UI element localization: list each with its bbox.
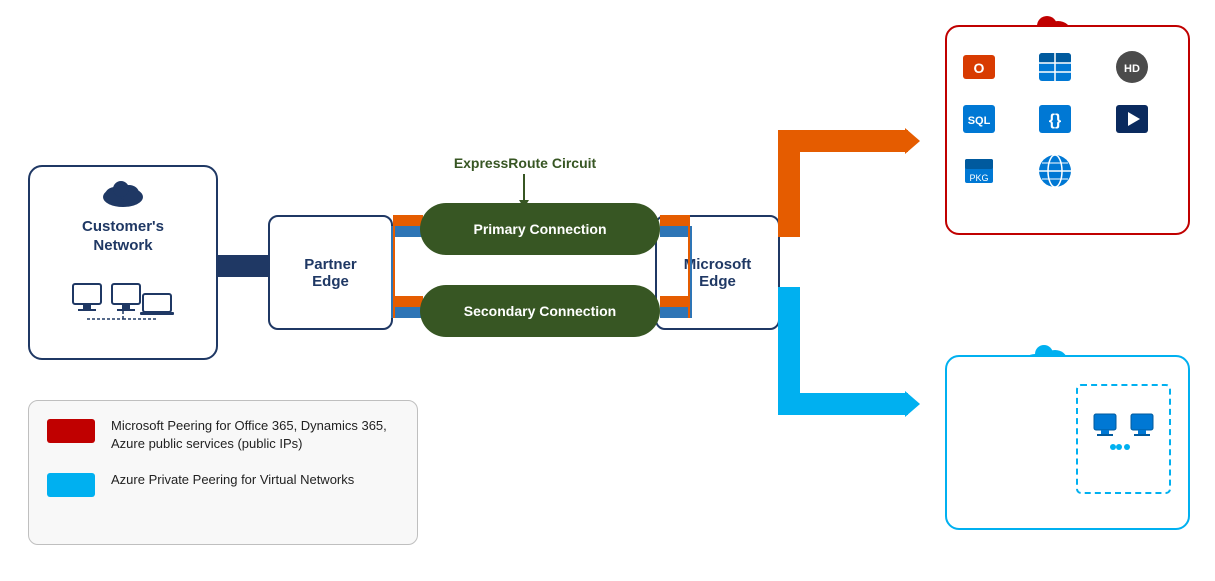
- svg-text:O: O: [974, 60, 985, 76]
- media-icon: [1110, 97, 1154, 141]
- secondary-connection-pill: Secondary Connection: [420, 285, 660, 337]
- hdinsight-icon: HD: [1110, 45, 1154, 89]
- svg-text:HD: HD: [1124, 63, 1140, 75]
- vm-icons: [1089, 409, 1159, 469]
- partner-edge-title: Partner Edge: [304, 256, 357, 290]
- primary-connection-label: Primary Connection: [473, 221, 606, 237]
- legend-color-blue: [47, 473, 95, 497]
- legend-item-red: Microsoft Peering for Office 365, Dynami…: [47, 417, 399, 453]
- office365-icon: O: [957, 45, 1001, 89]
- svg-text:SQL: SQL: [968, 115, 991, 127]
- microsoft-edge-box: Microsoft Edge: [655, 215, 780, 330]
- expressroute-label: ExpressRoute Circuit: [430, 155, 620, 171]
- svg-text:PKG: PKG: [969, 173, 988, 183]
- table-icon: [1033, 45, 1077, 89]
- customer-network-title: Customer's Network: [82, 218, 164, 256]
- microsoft-edge-title: Microsoft Edge: [684, 256, 752, 290]
- virtual-network-inner: [1076, 384, 1171, 494]
- dark-cloud-icon: [99, 177, 147, 214]
- diagram-container: Customer's Network Partner Edge ExpressR…: [0, 0, 1215, 581]
- package-icon: PKG: [957, 149, 1001, 193]
- azure-private-box: [945, 355, 1190, 530]
- ms-services-box: O HD: [945, 25, 1190, 235]
- legend-box: Microsoft Peering for Office 365, Dynami…: [28, 400, 418, 545]
- legend-text-red: Microsoft Peering for Office 365, Dynami…: [111, 417, 399, 453]
- primary-connection-pill: Primary Connection: [420, 203, 660, 255]
- customer-network-box: Customer's Network: [28, 165, 218, 360]
- legend-text-blue: Azure Private Peering for Virtual Networ…: [111, 471, 354, 489]
- partner-edge-box: Partner Edge: [268, 215, 393, 330]
- network-computers-icon: [68, 264, 178, 334]
- sql-icon: SQL: [957, 97, 1001, 141]
- secondary-connection-label: Secondary Connection: [464, 303, 616, 319]
- json-icon: {}: [1033, 97, 1077, 141]
- legend-item-blue: Azure Private Peering for Virtual Networ…: [47, 471, 399, 497]
- globe-icon: [1033, 149, 1077, 193]
- svg-text:{}: {}: [1049, 112, 1061, 129]
- legend-color-red: [47, 419, 95, 443]
